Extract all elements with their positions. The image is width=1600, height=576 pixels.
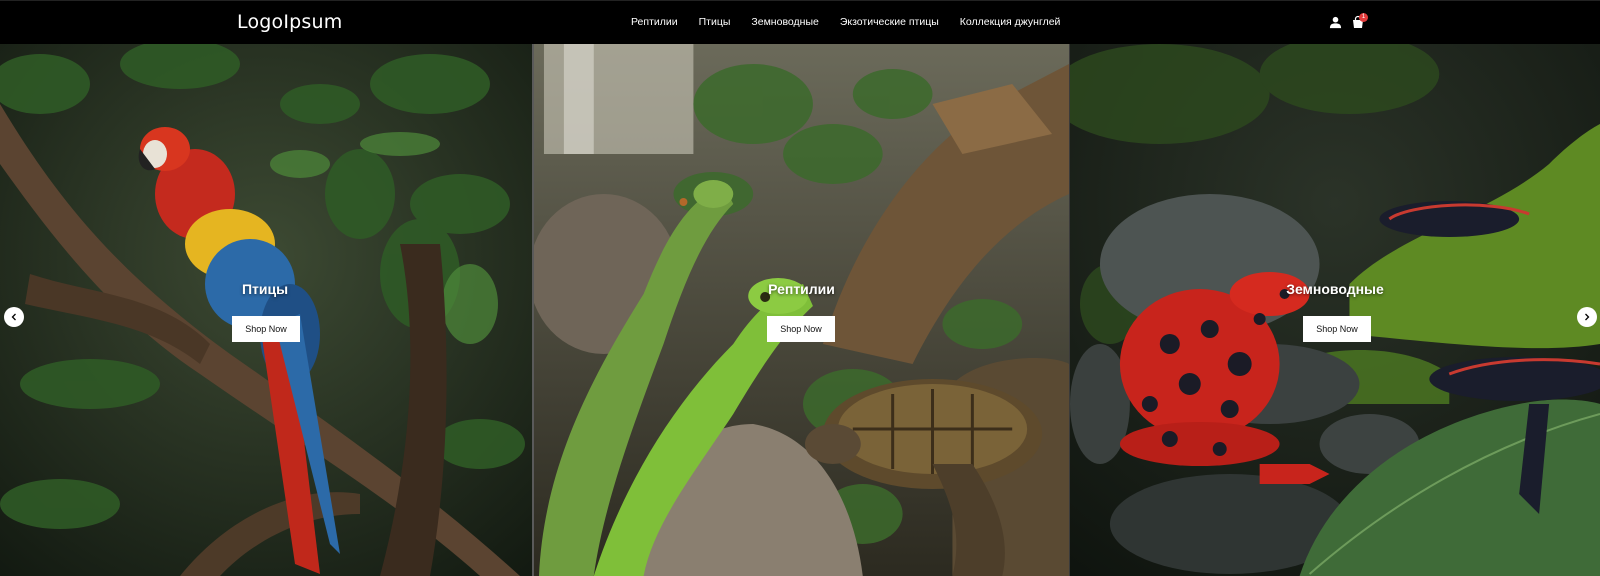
nav-link-amphibians[interactable]: Земноводные — [751, 16, 818, 28]
panel-title-reptiles: Рептилии — [768, 281, 835, 297]
user-icon[interactable] — [1329, 16, 1342, 29]
carousel-next-button[interactable] — [1577, 307, 1597, 327]
carousel-prev-button[interactable] — [4, 307, 24, 327]
chevron-left-icon — [11, 313, 16, 321]
shop-now-button-reptiles[interactable]: Shop Now — [767, 316, 835, 342]
main-nav: Рептилии Птицы Земноводные Экзотические … — [631, 16, 1060, 28]
panel-title-birds: Птицы — [241, 281, 289, 297]
hero-panels: Птицы Shop Now Рептилии Shop Now Земново… — [0, 44, 1600, 576]
shop-now-button-birds[interactable]: Shop Now — [232, 316, 300, 342]
logo[interactable]: LogoIpsum — [237, 11, 342, 33]
nav-link-exotic-birds[interactable]: Экзотические птицы — [840, 16, 939, 28]
nav-link-reptiles[interactable]: Рептилии — [631, 16, 678, 28]
nav-link-birds[interactable]: Птицы — [699, 16, 731, 28]
parrot-scene-image — [0, 44, 532, 576]
shop-now-button-amphibians[interactable]: Shop Now — [1303, 316, 1371, 342]
site-header: LogoIpsum Рептилии Птицы Земноводные Экз… — [0, 0, 1600, 44]
chevron-right-icon — [1585, 313, 1590, 321]
panel-birds[interactable]: Птицы Shop Now — [0, 44, 532, 576]
cart-count-badge: 1 — [1359, 13, 1368, 22]
panel-reptiles[interactable]: Рептилии Shop Now — [532, 44, 1069, 576]
panel-title-amphibians: Земноводные — [1286, 281, 1384, 297]
nav-link-jungle-collection[interactable]: Коллекция джунглей — [960, 16, 1061, 28]
frogs-scene-image — [1070, 44, 1600, 576]
panel-amphibians[interactable]: Земноводные Shop Now — [1069, 44, 1600, 576]
reptiles-scene-image — [534, 44, 1069, 576]
